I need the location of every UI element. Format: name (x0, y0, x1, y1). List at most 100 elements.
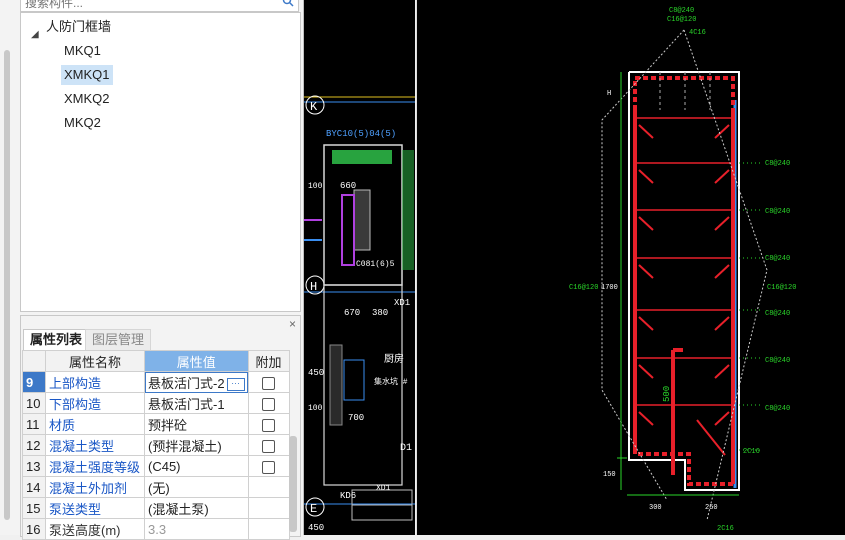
tree-item-xmkq1[interactable]: XMKQ1 (61, 65, 113, 85)
dim-label: 660 (340, 181, 356, 191)
rebar-label: C8@240 (765, 310, 790, 318)
table-row[interactable]: 13 混凝土强度等级 (C45) (22, 455, 290, 477)
search-input[interactable] (21, 0, 269, 10)
add-checkbox[interactable] (262, 439, 276, 453)
cad-section-drawing[interactable]: C8@240 C16@120 4C16 H C8@240 C8@240 C8@2… (417, 0, 845, 535)
green-hatch (332, 150, 392, 164)
row-number: 16 (22, 518, 46, 540)
rebar-label: 4C16 (689, 29, 706, 37)
property-value[interactable]: 预拌砼 (144, 413, 249, 435)
rebar-label: C8@240 (765, 357, 790, 365)
cad-section-view[interactable]: C8@240 C16@120 4C16 H C8@240 C8@240 C8@2… (416, 0, 845, 535)
dim-label: 700 (348, 413, 364, 423)
tree-root[interactable]: 人防门框墙 (43, 17, 114, 37)
purple-outline (341, 194, 355, 266)
dim-label: 450 (308, 368, 324, 378)
tab-layers[interactable]: 图层管理 (85, 329, 152, 350)
table-row[interactable]: 11 材质 预拌砼 (22, 413, 290, 435)
search-icon[interactable] (282, 0, 294, 7)
row-number: 14 (22, 476, 46, 498)
dim-label: 380 (372, 308, 388, 318)
properties-panel: × 属性列表 图层管理 属性名称 属性值 附加 9 上部构造 悬板活门式-2 ··… (20, 315, 301, 540)
wall-outline (628, 71, 740, 491)
table-row[interactable]: 10 下部构造 悬板活门式-1 (22, 392, 290, 414)
door-label: XD1 (394, 298, 410, 308)
property-value[interactable]: 3.3 (144, 518, 249, 540)
add-cell (247, 476, 290, 498)
left-panel: ◢ 人防门框墙 MKQ1 XMKQ1 XMKQ2 MKQ2 × 属性列表 图层管… (0, 0, 304, 540)
table-row[interactable]: 16 泵送高度(m) 3.3 (22, 518, 290, 540)
dim-label: 250 (705, 504, 718, 512)
properties-scrollbar[interactable] (289, 436, 297, 532)
table-row[interactable]: 14 混凝土外加剂 (无) (22, 476, 290, 498)
tab-properties[interactable]: 属性列表 (23, 329, 90, 350)
property-value-editor[interactable]: 悬板活门式-2 ··· (144, 371, 249, 393)
add-cell (247, 371, 290, 393)
rebar-label: C8@240 (765, 255, 790, 263)
tree-item-mkq1[interactable]: MKQ1 (61, 41, 104, 61)
table-row[interactable]: 9 上部构造 悬板活门式-2 ··· (22, 371, 290, 393)
property-value[interactable]: 悬板活门式-1 (144, 392, 249, 414)
table-row[interactable]: 12 混凝土类型 (预拌混凝土) (22, 434, 290, 456)
tree-item-xmkq2[interactable]: XMKQ2 (61, 89, 113, 109)
more-icon[interactable]: ··· (226, 377, 245, 391)
beam-label: BYC10(5)04(5) (326, 129, 396, 139)
property-value[interactable]: (预拌混凝土) (144, 434, 249, 456)
dim-label: H (607, 90, 611, 98)
rebar-label: 2C16 (717, 525, 734, 533)
property-value[interactable]: 悬板活门式-2 (148, 376, 225, 391)
sump-label: 集水坑 # (374, 376, 408, 387)
close-icon[interactable]: × (289, 317, 296, 331)
property-name: 泵送高度(m) (45, 518, 145, 540)
wall-block (329, 344, 343, 426)
dim-label: 450 (308, 523, 324, 533)
tree-item-mkq2[interactable]: MKQ2 (61, 113, 104, 133)
add-cell (247, 518, 290, 540)
dim-label: 150 (603, 471, 616, 479)
rebar-label: C8@240 (669, 7, 694, 15)
dim-label: 300 (649, 504, 662, 512)
property-name: 上部构造 (45, 371, 145, 393)
rebar-label: C8@240 (765, 208, 790, 216)
column-block (353, 189, 371, 251)
left-scrollbar[interactable] (3, 0, 11, 535)
add-header: 附加 (247, 350, 290, 372)
rebar-label: C8@240 (765, 160, 790, 168)
table-row[interactable]: 15 泵送类型 (混凝土泵) (22, 497, 290, 519)
property-name: 混凝土类型 (45, 434, 145, 456)
property-value[interactable]: (混凝土泵) (144, 497, 249, 519)
property-name: 混凝土强度等级 (45, 455, 145, 477)
add-cell (247, 455, 290, 477)
property-value[interactable]: (C45) (144, 455, 249, 477)
axis-label-k: K (310, 100, 318, 114)
row-number: 15 (22, 497, 46, 519)
add-checkbox[interactable] (262, 460, 276, 474)
add-cell (247, 392, 290, 414)
add-checkbox[interactable] (262, 376, 276, 390)
door-label: KD6 (340, 491, 356, 501)
add-checkbox[interactable] (262, 418, 276, 432)
component-tree: ◢ 人防门框墙 MKQ1 XMKQ1 XMKQ2 MKQ2 (20, 12, 301, 312)
row-number: 13 (22, 455, 46, 477)
property-name: 泵送类型 (45, 497, 145, 519)
add-cell (247, 413, 290, 435)
leader-line (683, 29, 768, 521)
rebar-label: C16@120 (667, 16, 696, 24)
name-header: 属性名称 (45, 350, 145, 372)
axis-label-h: H (310, 280, 317, 294)
rebar-label: C081(6)5 (356, 260, 395, 269)
blue-box (343, 359, 365, 401)
add-checkbox[interactable] (262, 397, 276, 411)
cad-plan-view[interactable]: K H E BYC10(5)04(5) 660 100 C081(6)5 XD1… (304, 0, 415, 535)
cad-plan-drawing[interactable]: K H E BYC10(5)04(5) 660 100 C081(6)5 XD1… (304, 0, 415, 535)
search-box[interactable] (20, 0, 299, 12)
row-number: 9 (22, 371, 46, 393)
rebar-label: C16@120 (569, 284, 598, 292)
collapse-caret-icon[interactable]: ◢ (31, 29, 39, 40)
rebar-label: C8@240 (765, 405, 790, 413)
row-number: 11 (22, 413, 46, 435)
scrollbar-thumb[interactable] (4, 50, 10, 520)
property-name: 材质 (45, 413, 145, 435)
value-header: 属性值 (144, 350, 249, 372)
property-value[interactable]: (无) (144, 476, 249, 498)
